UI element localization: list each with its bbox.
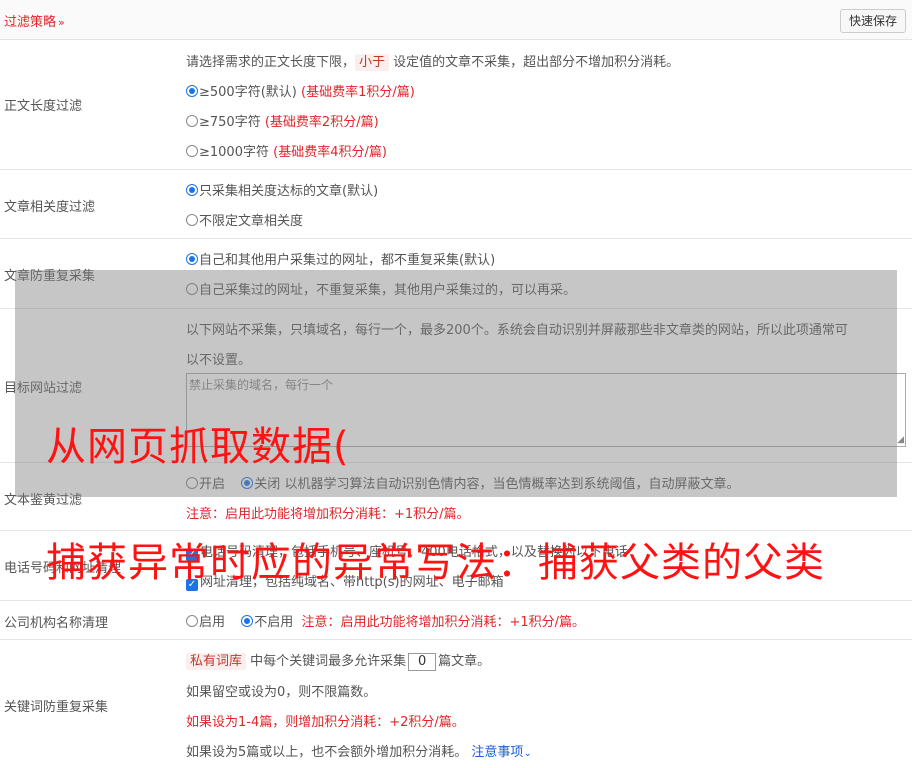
chevron-down-icon: »: [58, 16, 65, 29]
org-clean-row: 公司机构名称清理 启用 不启用 注意：启用此功能将增加积分消耗：+1积分/篇。: [0, 601, 912, 640]
relevance-filter-row: 文章相关度过滤 只采集相关度达标的文章(默认) 不限定文章相关度: [0, 170, 912, 239]
row-label: 文章相关度过滤: [4, 200, 96, 215]
row-label: 正文长度过滤: [4, 99, 83, 114]
radio-disable-option[interactable]: [241, 615, 254, 627]
row-label: 公司机构名称清理: [4, 616, 109, 631]
radio-unselected[interactable]: [186, 214, 198, 226]
length-filter-row: 正文长度过滤 请选择需求的正文长度下限， 小于 设定值的文章不采集，超出部分不增加…: [0, 40, 912, 170]
private-lexicon-tag[interactable]: 私有词库: [186, 653, 247, 670]
watermark-line-2: 捕获异常时应的异常写法：捕获父类的父类: [46, 540, 825, 586]
dedup-option-all[interactable]: 自己和其他用户采集过的网址，都不重复采集(默认): [186, 249, 495, 268]
keyword-dedup-row: 关键词防重复采集 私有词库 中每个关键词最多允许采集 0 篇文章。 如果留空或设为0…: [0, 640, 912, 768]
keyword-hint-3: 如果设为5篇或以上，也不会额外增加积分消耗。 注意事项⌄: [186, 745, 532, 760]
org-clean-options: 启用 不启用 注意：启用此功能将增加积分消耗：+1积分/篇。: [186, 611, 585, 630]
notes-link[interactable]: 注意事项⌄: [471, 745, 531, 760]
quick-save-button[interactable]: 快速保存: [839, 9, 906, 33]
relevance-option-required[interactable]: 只采集相关度达标的文章(默认): [186, 180, 378, 199]
radio-selected[interactable]: [186, 184, 198, 196]
chevron-down-icon: ⌄: [523, 748, 532, 759]
length-option-750[interactable]: ≥750字符 (基础费率2积分/篇): [186, 111, 379, 130]
less-than-tag: 小于: [355, 54, 390, 71]
row-label: 关键词防重复采集: [4, 700, 109, 715]
radio-unselected[interactable]: [186, 115, 198, 127]
filter-strategy-header: 过滤策略» 快速保存: [0, 0, 912, 40]
length-filter-desc: 请选择需求的正文长度下限， 小于 设定值的文章不采集，超出部分不增加积分消耗。: [186, 54, 680, 71]
keyword-hint-2: 如果设为1-4篇，则增加积分消耗：+2积分/篇。: [186, 715, 465, 730]
radio-selected[interactable]: [186, 85, 198, 97]
radio-enable-option[interactable]: [186, 615, 198, 627]
keyword-hint-1: 如果留空或设为0，则不限篇数。: [186, 685, 377, 700]
watermark-line-1: 从网页抓取数据(: [46, 424, 350, 470]
porn-filter-note: 注意：启用此功能将增加积分消耗：+1积分/篇。: [186, 507, 470, 522]
max-articles-input[interactable]: 0: [408, 652, 437, 671]
relevance-option-unlimited[interactable]: 不限定文章相关度: [186, 210, 303, 229]
radio-unselected[interactable]: [186, 145, 198, 157]
section-title[interactable]: 过滤策略»: [4, 11, 65, 30]
resize-handle-icon[interactable]: ◢: [897, 435, 904, 445]
length-option-1000[interactable]: ≥1000字符 (基础费率4积分/篇): [186, 141, 387, 160]
keyword-limit-line: 私有词库 中每个关键词最多允许采集 0 篇文章。: [186, 650, 490, 671]
radio-selected[interactable]: [186, 253, 198, 265]
length-option-500[interactable]: ≥500字符(默认) (基础费率1积分/篇): [186, 81, 415, 100]
